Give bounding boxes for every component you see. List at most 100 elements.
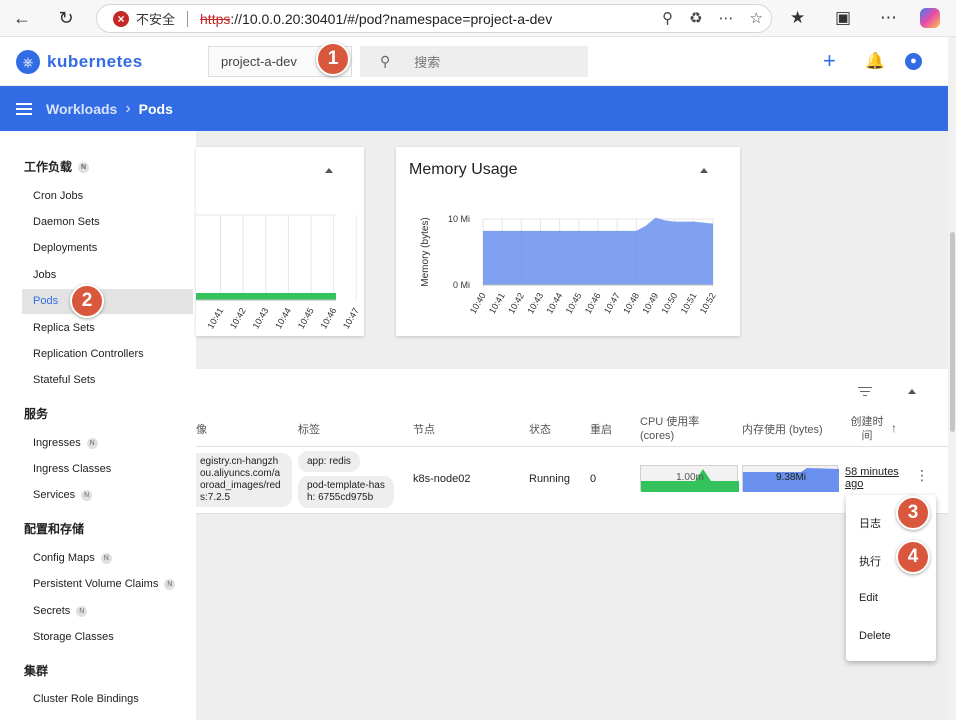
sidebar-item-pods[interactable]: Pods xyxy=(33,295,58,307)
sidebar-item-pvcs[interactable]: Persistent Volume Claims N xyxy=(33,578,176,590)
status-cell: Running xyxy=(529,473,570,485)
memory-x-tick-label: 10:47 xyxy=(602,291,622,316)
header-divider xyxy=(196,446,948,447)
sidebar-item-jobs[interactable]: Jobs xyxy=(33,269,56,281)
new-badge: N xyxy=(86,437,98,449)
insecure-label[interactable]: 不安全 xyxy=(136,9,175,28)
column-status: 状态 xyxy=(529,424,551,436)
sidebar-item-secrets[interactable]: Secrets N xyxy=(33,605,88,617)
callout-badge: 4 xyxy=(896,540,930,574)
url-separator xyxy=(187,10,189,27)
copilot-icon[interactable] xyxy=(920,8,940,28)
memory-usage-chart: 10 Mi0 MiMemory (bytes)10:40 10:41 10:42 10… xyxy=(420,214,718,316)
new-badge: N xyxy=(100,552,112,564)
favorites-icon[interactable]: ★ xyxy=(790,8,805,28)
notifications-bell-icon[interactable]: 🔔 xyxy=(865,51,885,71)
memory-value: 9.38Mi xyxy=(775,472,806,483)
address-bar[interactable]: × 不安全 https://10.0.0.20:30401/#/pod?name… xyxy=(96,4,772,33)
image-chip: egistry.cn-hangzh ou.aliyuncs.com/a oroa… xyxy=(196,453,292,507)
sidebar-section-services[interactable]: 服务 xyxy=(24,405,48,422)
sidebar-item-deployments[interactable]: Deployments xyxy=(33,242,97,254)
sidebar-item-stateful-sets[interactable]: Stateful Sets xyxy=(33,374,95,386)
memory-x-tick-label: 10:43 xyxy=(525,291,545,316)
more-tools-icon[interactable]: ⋯ xyxy=(719,9,734,27)
memory-sparkline: 9.38Mi xyxy=(742,465,839,492)
page-scrollbar-thumb[interactable] xyxy=(950,232,955,432)
new-badge: N xyxy=(78,162,90,174)
sidebar-section-config-storage[interactable]: 配置和存储 xyxy=(24,520,84,537)
collapse-table-icon[interactable] xyxy=(908,389,916,394)
app-header: ⎈ kubernetes project-a-dev ⚲ 搜索 + 🔔 ● xyxy=(0,37,948,86)
sidebar-item-replication-controllers[interactable]: Replication Controllers xyxy=(33,348,144,360)
menu-item-delete[interactable]: Delete xyxy=(859,630,891,642)
callout-badge: 1 xyxy=(316,42,350,76)
reload-icon[interactable]: ↻ xyxy=(54,6,78,30)
column-image: 像 xyxy=(196,424,207,436)
menu-item-exec[interactable]: 执行 xyxy=(859,553,881,569)
cpu-value: 1.00m xyxy=(676,472,704,483)
created-cell[interactable]: 58 minutes ago xyxy=(845,466,899,490)
sort-ascending-icon[interactable]: ↑ xyxy=(891,421,897,435)
favorite-icon[interactable]: ☆ xyxy=(750,9,763,27)
row-divider xyxy=(196,513,948,514)
memory-x-tick-label: 10:52 xyxy=(698,291,718,316)
breadcrumb-workloads[interactable]: Workloads xyxy=(46,101,117,117)
memory-y-tick-top: 10 Mi xyxy=(448,214,470,224)
search-icon: ⚲ xyxy=(380,53,391,69)
browser-toolbar: ← ↻ × 不安全 https://10.0.0.20:30401/#/pod?… xyxy=(0,0,956,37)
translate-icon[interactable]: ♻ xyxy=(689,9,702,27)
hamburger-menu-icon[interactable] xyxy=(16,102,32,115)
filter-icon[interactable] xyxy=(858,387,872,396)
insecure-icon[interactable]: × xyxy=(113,10,129,27)
callout-badge: 2 xyxy=(70,284,104,318)
memory-usage-card: Memory Usage 10 Mi 0 Mi Memory (bytes) 10:4… xyxy=(396,147,740,336)
cpu-x-tick-label: 10:46 xyxy=(318,306,338,331)
sidebar-item-ingresses[interactable]: Ingresses N xyxy=(33,437,98,449)
sidebar-item-ingress-classes[interactable]: Ingress Classes xyxy=(33,463,111,475)
sidebar-item-cluster-role-bindings[interactable]: Cluster Role Bindings xyxy=(33,693,139,705)
column-created[interactable]: 创建时间 xyxy=(848,415,886,443)
back-icon[interactable]: ← xyxy=(10,6,34,30)
breadcrumb-chevron-icon: › xyxy=(125,99,131,117)
url-path[interactable]: ://10.0.0.20:30401/#/pod?namespace=proje… xyxy=(230,11,552,27)
menu-item-edit[interactable]: Edit xyxy=(859,592,878,604)
search-placeholder: 搜索 xyxy=(414,55,441,70)
sidebar-section-cluster[interactable]: 集群 xyxy=(24,662,48,679)
menu-item-logs[interactable]: 日志 xyxy=(859,515,881,531)
memory-y-axis-label: Memory (bytes) xyxy=(420,217,431,286)
sidebar-item-cron-jobs[interactable]: Cron Jobs xyxy=(33,190,83,202)
sidebar-item-services[interactable]: Services N xyxy=(33,489,93,501)
memory-x-tick-label: 10:48 xyxy=(621,291,641,316)
app-brand[interactable]: kubernetes xyxy=(47,52,143,72)
node-cell[interactable]: k8s-node02 xyxy=(413,473,471,485)
account-icon[interactable]: ● xyxy=(905,53,922,70)
memory-x-tick-label: 10:46 xyxy=(583,291,603,316)
sidebar-item-daemon-sets[interactable]: Daemon Sets xyxy=(33,216,100,228)
browser-essentials-icon[interactable]: ▣ xyxy=(835,8,851,28)
breadcrumb-bar: Workloads › Pods xyxy=(0,86,948,131)
label-chip-app: app: redis xyxy=(298,451,360,472)
search-input[interactable]: ⚲ 搜索 xyxy=(360,46,588,77)
sidebar-section-workloads[interactable]: 工作负载 N xyxy=(24,158,90,175)
zoom-icon[interactable]: ⚲ xyxy=(662,9,673,27)
cpu-series-area xyxy=(196,293,336,300)
sidebar-item-replica-sets[interactable]: Replica Sets xyxy=(33,322,95,334)
settings-more-icon[interactable]: ⋯ xyxy=(880,8,897,28)
callout-badge: 3 xyxy=(896,496,930,530)
sidebar-item-storage-classes[interactable]: Storage Classes xyxy=(33,631,114,643)
sidebar-item-config-maps[interactable]: Config Maps N xyxy=(33,552,112,564)
breadcrumb-pods: Pods xyxy=(138,100,173,117)
cpu-x-tick-label: 10:44 xyxy=(273,306,293,331)
row-actions-kebab-icon[interactable]: ⋮ xyxy=(915,468,929,482)
memory-x-tick-label: 10:49 xyxy=(640,291,660,316)
cpu-usage-card: 10:4110:4210:4310:4410:4510:4610:4710:48 xyxy=(196,147,364,336)
column-node: 节点 xyxy=(413,424,435,436)
url-scheme[interactable]: https xyxy=(200,11,230,27)
memory-x-tick-label: 10:51 xyxy=(679,291,699,316)
new-badge: N xyxy=(81,489,93,501)
memory-x-tick-label: 10:42 xyxy=(506,291,526,316)
memory-x-tick-label: 10:41 xyxy=(487,291,507,316)
create-icon[interactable]: + xyxy=(823,48,836,74)
kubernetes-logo-icon[interactable]: ⎈ xyxy=(16,50,40,74)
main-content: 10:4110:4210:4310:4410:4510:4610:4710:48… xyxy=(196,131,948,720)
